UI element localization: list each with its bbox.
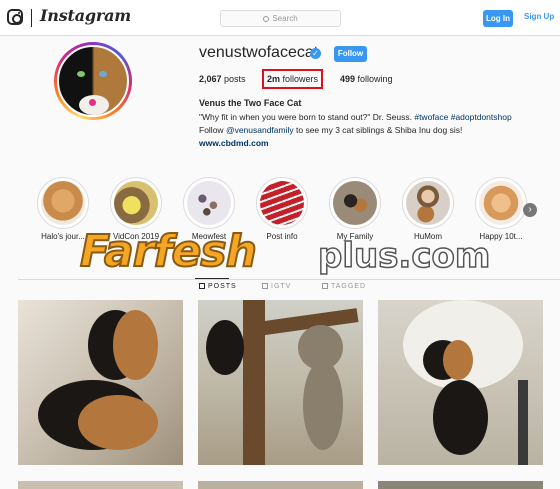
- post-thumbnail[interactable]: [18, 481, 183, 489]
- bio-mention-link[interactable]: @venusandfamily: [226, 125, 294, 135]
- highlight-cover: [41, 181, 85, 225]
- signup-link[interactable]: Sign Up: [524, 12, 554, 21]
- search-input[interactable]: Search: [220, 10, 341, 27]
- tag-icon: [322, 283, 328, 289]
- tab-label: POSTS: [208, 283, 237, 290]
- bio-hashtags[interactable]: #twoface #adoptdontshop: [414, 112, 511, 122]
- tabs-divider: [18, 279, 560, 280]
- highlight-cover: [187, 181, 231, 225]
- following-stat[interactable]: 499 following: [340, 74, 393, 84]
- profile-website-link[interactable]: www.cbdmd.com: [199, 138, 269, 148]
- profile-full-name: Venus the Two Face Cat: [199, 98, 302, 108]
- tv-icon: [262, 283, 268, 289]
- photo-cat-fur: [78, 395, 158, 450]
- photo-stool-leg: [518, 380, 528, 465]
- verified-badge-icon: ✓: [310, 48, 321, 59]
- highlight-ring: [37, 177, 89, 229]
- nav-divider: [31, 9, 32, 27]
- highlight-ring: [256, 177, 308, 229]
- profile-bio: "Why fit in when you were born to stand …: [199, 111, 549, 137]
- search-placeholder: Search: [272, 14, 298, 23]
- search-icon: [263, 15, 270, 22]
- post-thumbnail[interactable]: [378, 481, 543, 489]
- tab-igtv[interactable]: IGTV: [262, 283, 291, 290]
- following-label: following: [357, 74, 393, 84]
- posts-label: posts: [224, 74, 246, 84]
- profile-avatar[interactable]: [57, 45, 129, 117]
- tab-label: TAGGED: [331, 283, 367, 290]
- highlight-ring: [110, 177, 162, 229]
- highlight-cover: [479, 181, 523, 225]
- highlight-ring: [402, 177, 454, 229]
- highlight-ring: [475, 177, 527, 229]
- tab-posts[interactable]: POSTS: [195, 278, 237, 290]
- highlight-cover: [260, 181, 304, 225]
- following-count: 499: [340, 74, 356, 84]
- highlight-ring: [183, 177, 235, 229]
- posts-stat: 2,067 posts: [199, 74, 246, 84]
- follow-button[interactable]: Follow: [334, 46, 367, 62]
- instagram-camera-icon[interactable]: [7, 9, 23, 25]
- watermark-main-text: Farfesh: [79, 225, 258, 278]
- bio-follow-suffix: to see my 3 cat siblings & Shiba Inu dog…: [293, 125, 463, 135]
- login-button[interactable]: Log In: [483, 10, 513, 27]
- highlight-ring: [329, 177, 381, 229]
- avatar-eye-right: [99, 71, 107, 77]
- instagram-wordmark[interactable]: Instagram: [40, 6, 131, 25]
- bio-quote: "Why fit in when you were born to stand …: [199, 112, 415, 122]
- post-thumbnail[interactable]: [18, 300, 183, 465]
- photo-tabby-body: [303, 360, 343, 450]
- watermark-logo: Farfesh plus.com: [79, 225, 491, 282]
- photo-cat-body: [433, 380, 488, 455]
- posts-count: 2,067: [199, 74, 222, 84]
- highlight-cover: [333, 181, 377, 225]
- highlights-next-arrow-icon[interactable]: ›: [523, 203, 537, 217]
- photo-cat-face-tan: [443, 340, 473, 380]
- post-thumbnail[interactable]: [198, 481, 363, 489]
- top-navigation-bar: Instagram Search Log In Sign Up: [0, 0, 560, 36]
- followers-stat[interactable]: 2m followers: [262, 69, 323, 89]
- instagram-profile-page: Instagram Search Log In Sign Up venustwo…: [0, 0, 560, 489]
- photo-cat-peeking: [206, 320, 244, 375]
- grid-icon: [199, 283, 205, 289]
- avatar-collar-tag: [89, 99, 96, 106]
- profile-username: venustwofacecat: [199, 44, 319, 61]
- bio-follow-prefix: Follow: [199, 125, 226, 135]
- followers-count: 2m: [266, 74, 280, 84]
- tab-label: IGTV: [271, 283, 292, 290]
- followers-label: followers: [282, 74, 319, 84]
- post-thumbnail[interactable]: [378, 300, 543, 465]
- avatar-eye-left: [77, 71, 85, 77]
- highlight-cover: [406, 181, 450, 225]
- photo-cat-head-tan: [113, 310, 158, 380]
- tab-tagged[interactable]: TAGGED: [322, 283, 366, 290]
- watermark-suffix-text: plus.com: [317, 235, 491, 277]
- highlight-cover: [114, 181, 158, 225]
- post-thumbnail[interactable]: [198, 300, 363, 465]
